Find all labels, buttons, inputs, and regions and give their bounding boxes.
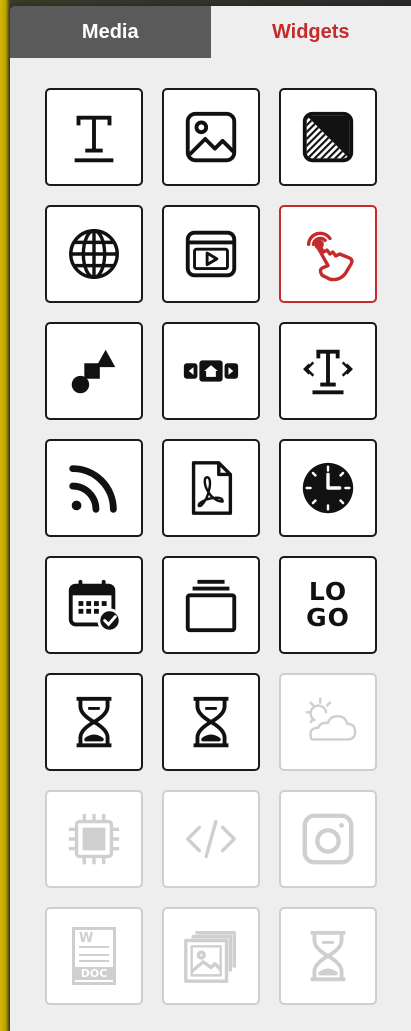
logo-text-line: LO [308, 577, 348, 606]
widget-tile-touch-hand[interactable] [279, 205, 377, 303]
widget-tile-shapes[interactable] [45, 322, 143, 420]
hourglass-icon [180, 691, 242, 753]
instagram-icon [297, 808, 359, 870]
video-player-icon [180, 223, 242, 285]
rss-feed-icon [63, 457, 125, 519]
shapes-icon [63, 340, 125, 402]
pdf-document-icon [180, 457, 242, 519]
widget-tile-image[interactable] [162, 88, 260, 186]
widget-tile-hourglass [279, 907, 377, 1005]
widget-tile-globe[interactable] [45, 205, 143, 303]
text-scroll-icon [297, 340, 359, 402]
widget-tile-pdf-document[interactable] [162, 439, 260, 537]
widget-tile-image-gallery [162, 907, 260, 1005]
word-document-lines [79, 953, 109, 962]
cpu-chip-icon [63, 808, 125, 870]
tab-media[interactable]: Media [10, 6, 211, 58]
widget-tile-video-player[interactable] [162, 205, 260, 303]
text-icon [63, 106, 125, 168]
widget-tile-instagram [279, 790, 377, 888]
weather-cloud-sun-icon [297, 691, 359, 753]
widget-tile-cpu-chip [45, 790, 143, 888]
widget-tile-logo-text[interactable]: LO GO [279, 556, 377, 654]
image-gallery-icon [180, 925, 242, 987]
widget-tile-hourglass[interactable] [162, 673, 260, 771]
clock-icon [297, 457, 359, 519]
globe-icon [63, 223, 125, 285]
widget-tile-code-brackets [162, 790, 260, 888]
widget-tile-hourglass[interactable] [45, 673, 143, 771]
widget-tile-stacked-frames[interactable] [162, 556, 260, 654]
word-document-icon: W DOC [72, 927, 116, 985]
widget-tile-shape-hatch[interactable] [279, 88, 377, 186]
calendar-check-icon [63, 574, 125, 636]
widget-tile-clock[interactable] [279, 439, 377, 537]
stacked-frames-icon [180, 574, 242, 636]
hourglass-icon [63, 691, 125, 753]
widget-tile-weather-cloud-sun [279, 673, 377, 771]
widget-tile-rss-feed[interactable] [45, 439, 143, 537]
widget-tile-calendar-check[interactable] [45, 556, 143, 654]
widgets-panel: Media Widgets LO GO W DOC [10, 6, 411, 1031]
word-document-label: W [79, 932, 109, 948]
widget-tile-text-scroll[interactable] [279, 322, 377, 420]
panel-tabs: Media Widgets [10, 6, 411, 58]
shape-hatch-icon [297, 106, 359, 168]
tab-widgets[interactable]: Widgets [210, 6, 411, 58]
widget-tile-navigation-home[interactable] [162, 322, 260, 420]
widget-tile-text[interactable] [45, 88, 143, 186]
touch-hand-icon [297, 223, 359, 285]
code-brackets-icon [180, 808, 242, 870]
logo-text-line: GO [306, 603, 350, 632]
hourglass-icon [297, 925, 359, 987]
navigation-home-icon [180, 340, 242, 402]
logo-text-icon: LO GO [306, 579, 350, 631]
word-document-label: DOC [75, 967, 113, 980]
image-icon [180, 106, 242, 168]
widget-tile-word-document: W DOC [45, 907, 143, 1005]
